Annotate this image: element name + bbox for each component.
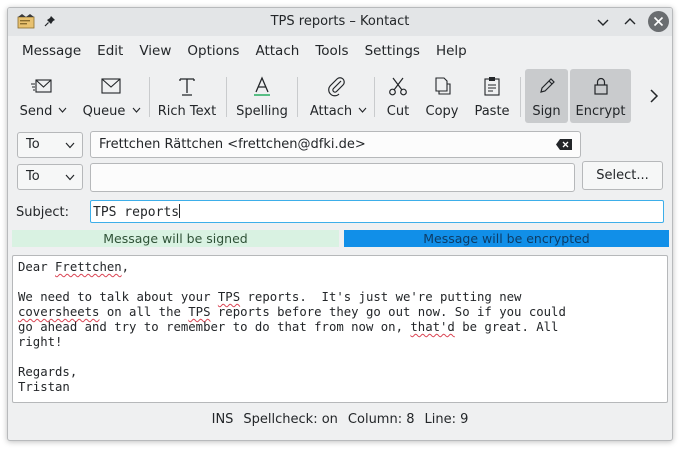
insert-mode-status: INS xyxy=(211,412,234,427)
title-bar: TPS reports – Kontact xyxy=(8,8,672,36)
sign-label: Sign xyxy=(532,104,561,119)
status-bar: INS Spellcheck: on Column: 8 Line: 9 xyxy=(8,412,672,434)
attach-button[interactable]: Attach xyxy=(306,69,368,123)
copy-button[interactable]: Copy xyxy=(422,69,462,123)
attach-label: Attach xyxy=(309,104,353,119)
menu-options[interactable]: Options xyxy=(179,41,247,63)
encrypted-banner: Message will be encrypted xyxy=(344,230,669,247)
queue-icon xyxy=(101,78,121,94)
send-button[interactable]: Send xyxy=(16,69,68,123)
clear-icon[interactable] xyxy=(556,139,572,150)
rich-text-button[interactable]: Rich Text xyxy=(156,69,218,123)
chevron-down-icon xyxy=(65,142,75,149)
misspelled-word: TPS xyxy=(217,290,241,304)
spellcheck-status: Spellcheck: on xyxy=(243,412,338,427)
spelling-label: Spelling xyxy=(236,104,288,119)
misspelled-word: TPS xyxy=(188,305,211,319)
queue-button[interactable]: Queue xyxy=(76,69,146,123)
encrypt-toggle[interactable]: Encrypt xyxy=(570,69,631,123)
toolbar-separator xyxy=(226,77,227,117)
minimize-icon[interactable] xyxy=(595,14,611,30)
menu-message[interactable]: Message xyxy=(14,41,89,63)
cut-icon xyxy=(389,77,407,96)
misspelled-word: coversheets xyxy=(18,305,100,319)
text-caret xyxy=(179,204,181,218)
recipient-field[interactable]: Frettchen Rättchen <frettchen@dfki.de> xyxy=(90,131,581,158)
encrypt-label: Encrypt xyxy=(575,104,626,119)
encrypt-icon xyxy=(593,77,608,95)
recipient-type-value: To xyxy=(26,169,40,184)
queue-label: Queue xyxy=(82,104,126,119)
menu-attach[interactable]: Attach xyxy=(247,41,307,63)
menu-settings[interactable]: Settings xyxy=(357,41,428,63)
close-button[interactable] xyxy=(648,11,669,32)
composer-window: TPS reports – Kontact Message Edit View … xyxy=(7,7,673,441)
send-label: Send xyxy=(19,104,53,119)
select-button[interactable]: Select... xyxy=(582,161,663,190)
rich-text-label: Rich Text xyxy=(157,104,217,119)
menu-help[interactable]: Help xyxy=(428,41,475,63)
menu-tools[interactable]: Tools xyxy=(307,41,356,63)
paste-icon xyxy=(484,77,500,96)
spelling-button[interactable]: Spelling xyxy=(234,69,290,123)
menu-bar: Message Edit View Options Attach Tools S… xyxy=(8,41,475,63)
attach-icon xyxy=(328,77,345,97)
paste-button[interactable]: Paste xyxy=(470,69,514,123)
toolbar-separator xyxy=(297,77,298,117)
menu-edit[interactable]: Edit xyxy=(89,41,131,63)
recipient-field[interactable] xyxy=(90,163,575,192)
copy-label: Copy xyxy=(425,104,459,119)
maximize-icon[interactable] xyxy=(622,14,638,30)
toolbar: Send Queue Rich Text Spelling Attach Cut… xyxy=(8,69,672,125)
close-icon xyxy=(653,16,664,27)
paste-label: Paste xyxy=(474,104,510,119)
line-status: Line: 9 xyxy=(424,412,469,427)
chevron-down-icon[interactable] xyxy=(358,107,367,113)
signed-banner: Message will be signed xyxy=(12,230,339,247)
spelling-icon xyxy=(254,76,270,96)
menu-view[interactable]: View xyxy=(131,41,179,63)
toolbar-separator xyxy=(149,77,150,117)
column-status: Column: 8 xyxy=(347,412,415,427)
send-icon xyxy=(31,79,52,93)
rich-text-icon xyxy=(179,78,195,96)
copy-icon xyxy=(435,77,451,95)
misspelled-word: Frettchen xyxy=(55,260,122,274)
cut-label: Cut xyxy=(386,104,410,119)
subject-label: Subject: xyxy=(16,205,69,220)
message-body: Dear Frettchen, We need to talk about yo… xyxy=(18,260,566,394)
recipient-type-combo[interactable]: To xyxy=(17,132,83,158)
sign-toggle[interactable]: Sign xyxy=(525,69,568,123)
recipient-value: Frettchen Rättchen <frettchen@dfki.de> xyxy=(99,137,366,152)
chevron-down-icon[interactable] xyxy=(132,107,141,113)
subject-input[interactable]: TPS reports xyxy=(90,200,664,223)
message-editor[interactable]: Dear Frettchen, We need to talk about yo… xyxy=(12,255,668,403)
sign-icon xyxy=(539,78,555,93)
subject-value: TPS reports xyxy=(93,205,180,220)
chevron-down-icon[interactable] xyxy=(58,107,67,113)
misspelled-word: that'd xyxy=(410,320,455,334)
chevron-right-icon[interactable] xyxy=(648,87,660,105)
window-title: TPS reports – Kontact xyxy=(270,14,410,29)
chevron-down-icon xyxy=(65,174,75,181)
recipient-type-value: To xyxy=(26,137,40,152)
toolbar-separator xyxy=(374,77,375,117)
recipient-type-combo[interactable]: To xyxy=(17,164,83,190)
toolbar-separator xyxy=(520,77,521,117)
cut-button[interactable]: Cut xyxy=(381,69,415,123)
